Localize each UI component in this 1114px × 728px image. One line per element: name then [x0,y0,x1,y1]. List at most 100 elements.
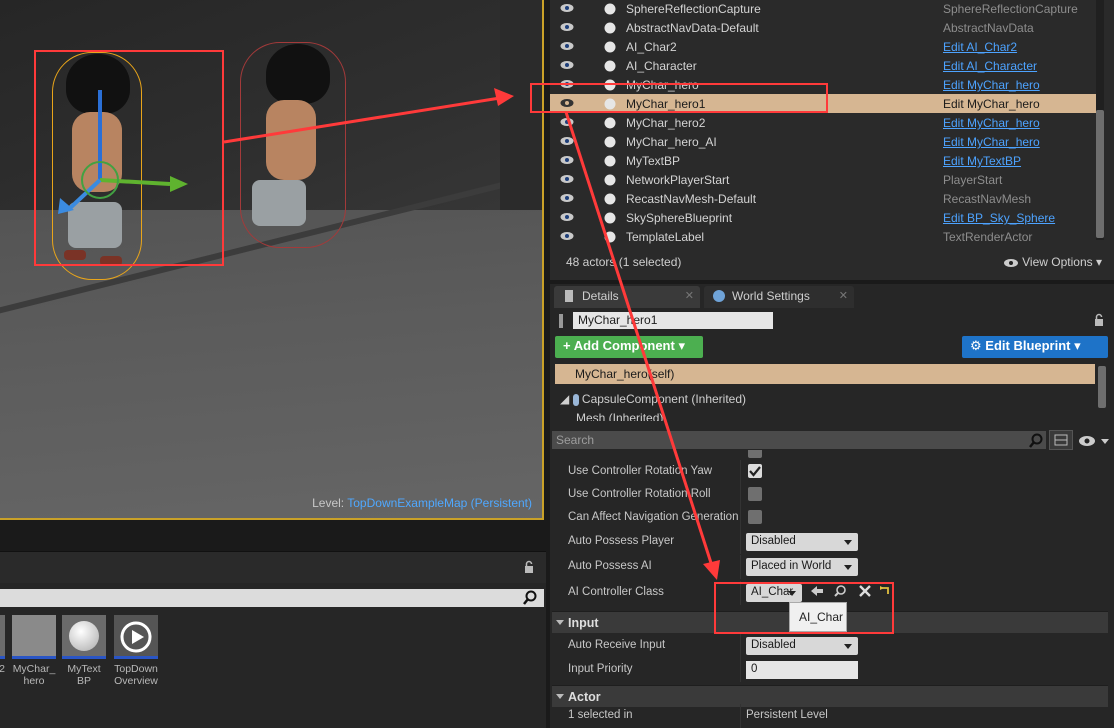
edit-blueprint-link[interactable]: Edit AI_Character [943,59,1037,73]
checkbox[interactable] [748,487,762,501]
checkbox-checked[interactable] [748,464,762,478]
separator [740,530,741,554]
component-self-row[interactable]: MyChar_hero(self) [555,364,1095,384]
collapse-triangle-icon[interactable]: ◢ [560,392,569,406]
visibility-eye-icon[interactable] [560,98,574,108]
asset-tile-partial[interactable]: 2 [0,615,6,675]
asset-tile[interactable]: MyText BP [61,615,107,687]
asset-thumbnail [12,615,56,659]
components-scrollbar[interactable] [1098,366,1106,408]
details-search-input[interactable]: Search [552,431,1046,449]
search-icon[interactable] [1028,433,1044,449]
visibility-eye-icon[interactable] [560,136,574,146]
visibility-eye-icon[interactable] [560,231,574,241]
search-icon[interactable] [522,590,538,606]
auto-possess-ai-select[interactable]: Placed in World [746,558,858,576]
visibility-eye-icon[interactable] [560,22,574,32]
clear-icon[interactable] [858,584,872,598]
outliner-row[interactable]: NetworkPlayerStart PlayerStart [550,170,1096,189]
visibility-filter-button[interactable] [1077,433,1111,449]
edit-blueprint-button[interactable]: ⚙ Edit Blueprint ▾ [962,336,1108,358]
actor-name-field[interactable]: MyChar_hero1 [573,312,773,329]
asset-tile[interactable]: MyChar_ hero [11,615,57,687]
level-viewport[interactable]: Level: TopDownExampleMap (Persistent) [0,0,544,520]
actor-name: NetworkPlayerStart [626,173,730,187]
select-value: AI_Char [751,586,794,598]
visibility-eye-icon[interactable] [560,193,574,203]
capsule-icon [572,393,579,406]
outliner-row[interactable]: MyChar_hero2 Edit MyChar_hero [550,113,1096,132]
outliner-scrollbar[interactable] [1096,0,1104,240]
tab-details[interactable]: Details ✕ [554,286,700,308]
outliner-row[interactable]: AbstractNavData-Default AbstractNavData [550,18,1096,37]
browse-icon[interactable] [833,584,847,598]
level-name[interactable]: TopDownExampleMap (Persistent) [347,496,532,510]
edit-blueprint-link[interactable]: Edit MyChar_hero [943,116,1040,130]
property-matrix-button[interactable] [1049,430,1073,450]
actor-name: MyTextBP [626,154,681,168]
asset-label: 2 [0,663,5,675]
visibility-eye-icon[interactable] [560,3,574,13]
asset-tile[interactable]: TopDown Overview [113,615,159,687]
ai-controller-class-select[interactable]: AI_Char [746,584,802,602]
outliner-row[interactable]: AI_Character Edit AI_Character [550,56,1096,75]
visibility-eye-icon[interactable] [560,60,574,70]
edit-blueprint-link[interactable]: Edit MyChar_hero [943,78,1040,92]
character-instance[interactable] [240,42,350,252]
visibility-eye-icon[interactable] [560,79,574,89]
visibility-eye-icon[interactable] [560,41,574,51]
edit-blueprint-link[interactable]: Edit MyTextBP [943,154,1021,168]
visibility-eye-icon[interactable] [560,155,574,165]
actor-type: TextRenderActor [943,230,1033,244]
outliner-row[interactable]: MyChar_hero_AI Edit MyChar_hero [550,132,1096,151]
checkbox[interactable] [748,510,762,524]
property-row: Auto Possess Player Disabled [552,530,1108,554]
outliner-row[interactable]: MyChar_hero Edit MyChar_hero [550,75,1096,94]
outliner-row[interactable]: TopDownCameraEdit TopDownCamera [550,246,1096,248]
tab-label: Details [582,289,619,303]
edit-blueprint-link[interactable]: Edit MyChar_hero [943,135,1040,149]
component-mesh[interactable]: Mesh (Inherited) [576,411,663,421]
actor-icon [604,22,616,34]
edit-blueprint-link[interactable]: Edit BP_Sky_Sphere [943,211,1055,225]
auto-receive-input-select[interactable]: Disabled [746,637,858,655]
edit-blueprint-link[interactable]: Edit MyChar_hero [943,97,1040,111]
actor-name: AI_Character [626,59,697,73]
close-icon[interactable]: ✕ [685,289,694,302]
lock-icon[interactable] [1092,313,1106,327]
component-capsule[interactable]: ◢ CapsuleComponent (Inherited) [560,392,746,406]
arrow-left-icon[interactable] [810,584,824,598]
visibility-eye-icon[interactable] [560,174,574,184]
outliner-row[interactable]: MyTextBP Edit MyTextBP [550,151,1096,170]
outliner-row[interactable]: AI_Char2 Edit AI_Char2 [550,37,1096,56]
input-priority-field[interactable]: 0 [746,661,858,679]
reset-icon[interactable] [878,584,892,598]
view-options-button[interactable]: View Options ▾ [1003,255,1102,269]
scroll-thumb[interactable] [1096,110,1104,238]
property-label: Can Affect Navigation Generation [568,511,739,523]
checkbox[interactable] [748,450,762,458]
edit-blueprint-label: Edit Blueprint [985,338,1071,353]
visibility-eye-icon[interactable] [560,212,574,222]
actor-icon [604,155,616,167]
actor-name: MyChar_hero2 [626,116,706,130]
asset-search-input[interactable] [0,589,544,607]
tab-label: World Settings [732,289,810,303]
character-head [266,44,330,104]
eye-icon [1003,258,1018,267]
outliner-row[interactable]: TemplateLabel TextRenderActor [550,227,1096,246]
outliner-row[interactable]: RecastNavMesh-Default RecastNavMesh [550,189,1096,208]
lock-icon[interactable] [522,560,536,574]
outliner-row[interactable]: SkySphereBlueprint Edit BP_Sky_Sphere [550,208,1096,227]
content-browser: 2 MyChar_ hero MyText BP TopDown Overvie… [0,551,546,728]
edit-blueprint-link[interactable]: Edit AI_Char2 [943,40,1017,54]
property-label: Auto Receive Input [568,639,666,651]
add-component-button[interactable]: + Add Component ▾ [555,336,703,358]
tab-world-settings[interactable]: World Settings ✕ [704,286,854,308]
actor-name: SkySphereBlueprint [626,211,733,225]
outliner-row[interactable]: MyChar_hero1 Edit MyChar_hero [550,94,1096,113]
visibility-eye-icon[interactable] [560,117,574,127]
outliner-row[interactable]: SphereReflectionCapture SphereReflectionC… [550,0,1096,18]
close-icon[interactable]: ✕ [839,289,848,302]
auto-possess-player-select[interactable]: Disabled [746,533,858,551]
